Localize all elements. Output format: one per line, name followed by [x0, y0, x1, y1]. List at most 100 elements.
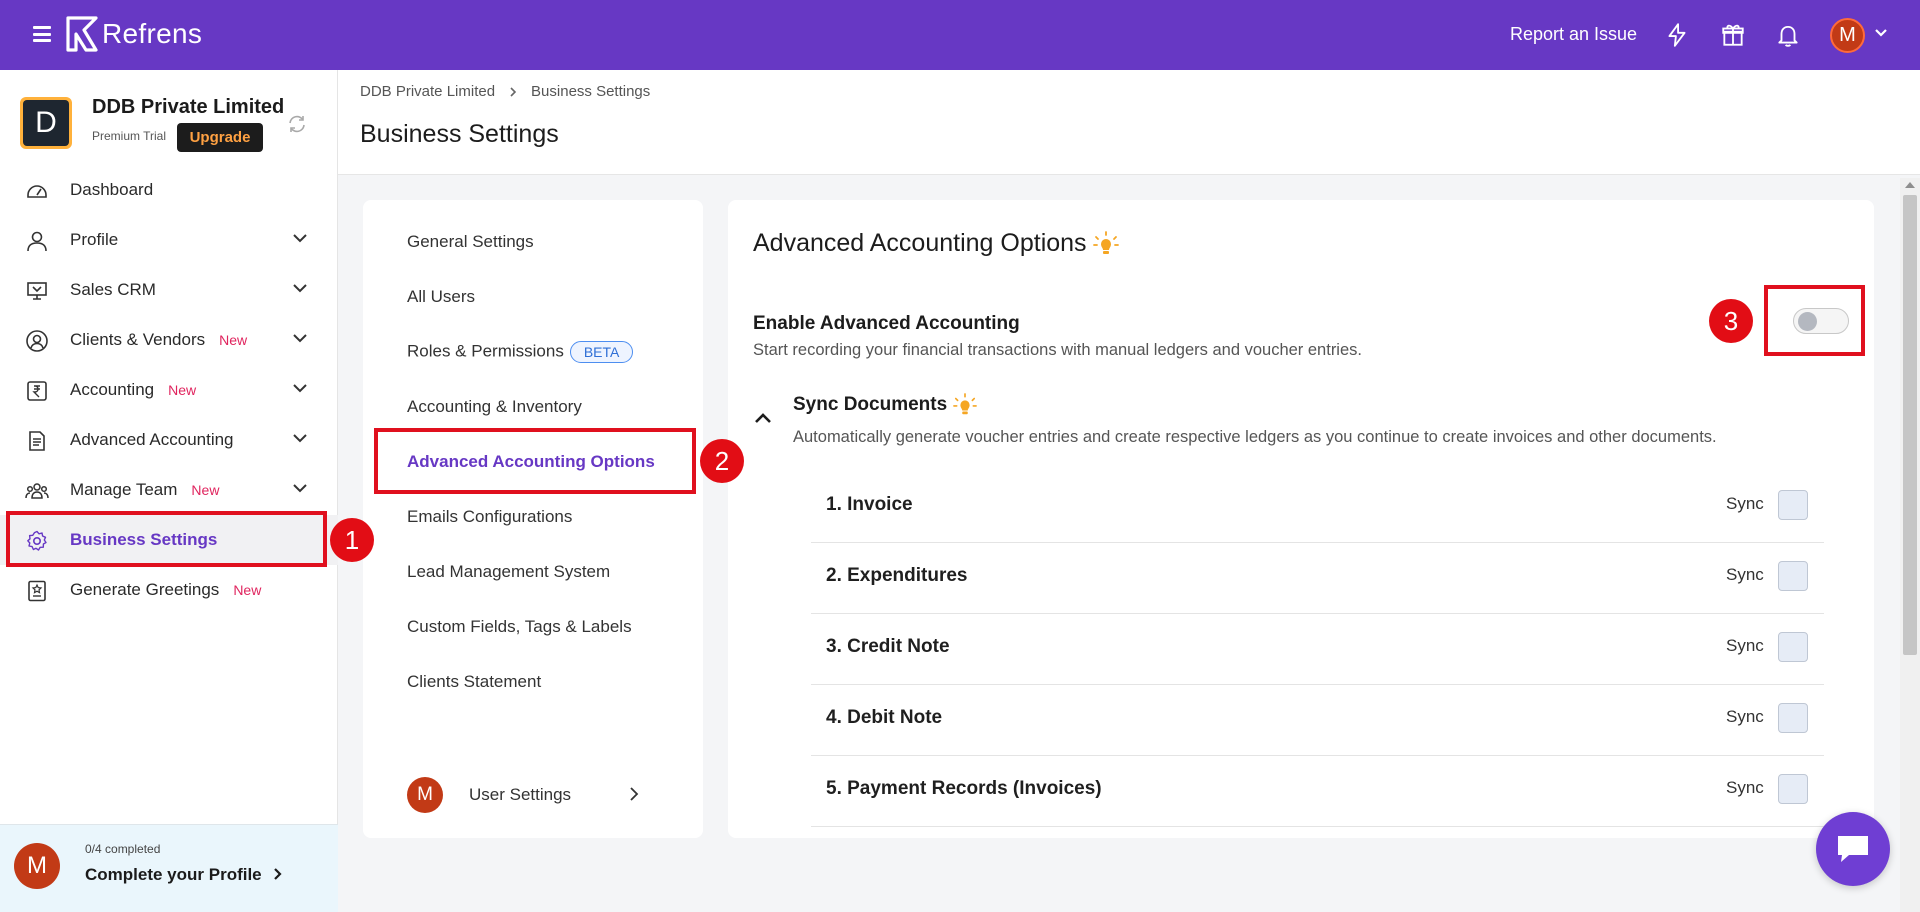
complete-profile-banner[interactable]: M 0/4 completed Complete your Profile — [0, 824, 338, 912]
sidebar-item-label: Accounting — [70, 380, 155, 399]
rupee-icon — [27, 381, 47, 401]
switch-org-icon[interactable] — [287, 114, 307, 134]
dashboard-icon — [27, 185, 47, 198]
sync-label: Sync — [1726, 636, 1764, 655]
sidebar-item-accounting[interactable]: Accounting New — [0, 365, 338, 415]
lightbulb-icon — [1092, 230, 1119, 254]
chevron-down-icon[interactable] — [292, 283, 308, 293]
menu-item-roles-permissions[interactable]: Roles & Permissions BETA — [407, 341, 634, 363]
sync-invoice-checkbox[interactable] — [1778, 490, 1808, 520]
user-avatar[interactable]: M — [1830, 18, 1865, 53]
sidebar-item-manage-team[interactable]: Manage Team New — [0, 465, 338, 515]
document-label: 5. Payment Records (Invoices) — [826, 778, 1102, 799]
menu-item-accounting-inventory[interactable]: Accounting & Inventory — [407, 397, 582, 417]
breadcrumb-item: Business Settings — [531, 83, 651, 100]
sync-label: Sync — [1726, 778, 1764, 797]
chevron-up-icon[interactable] — [754, 412, 772, 424]
page-title: Business Settings — [360, 120, 559, 148]
sidebar-item-label: Sales CRM — [70, 280, 156, 299]
avatar: M — [14, 843, 60, 889]
document-label: 4. Debit Note — [826, 707, 943, 728]
chat-button[interactable] — [1816, 812, 1890, 886]
enable-advanced-accounting-label: Enable Advanced Accounting — [753, 313, 1020, 334]
settings-menu: General Settings All Users Roles & Permi… — [363, 200, 703, 838]
new-badge: New — [168, 382, 197, 398]
menu-item-emails-configurations[interactable]: Emails Configurations — [407, 507, 572, 527]
highlight-box — [1764, 285, 1865, 356]
menu-item-general-settings[interactable]: General Settings — [407, 232, 534, 252]
upgrade-button[interactable]: Upgrade — [177, 123, 263, 152]
user-settings-link[interactable]: M User Settings — [407, 777, 667, 813]
monitor-icon — [27, 282, 47, 300]
chat-icon — [1838, 836, 1868, 862]
step-marker: 1 — [330, 518, 374, 562]
sync-documents-description: Automatically generate voucher entries a… — [793, 428, 1717, 446]
org-logo[interactable]: D — [20, 97, 72, 149]
lightning-icon[interactable] — [1664, 22, 1690, 48]
document-label: 3. Credit Note — [826, 636, 950, 657]
chevron-right-icon — [510, 86, 517, 97]
menu-icon[interactable] — [33, 26, 51, 42]
logo[interactable]: Refrens — [66, 16, 202, 52]
sync-label: Sync — [1726, 707, 1764, 726]
menu-item-clients-statement[interactable]: Clients Statement — [407, 672, 541, 692]
sync-label: Sync — [1726, 565, 1764, 584]
sync-debit-note-checkbox[interactable] — [1778, 703, 1808, 733]
chevron-down-icon[interactable] — [1874, 28, 1888, 38]
section-title: Advanced Accounting Options — [753, 229, 1119, 258]
breadcrumb-item[interactable]: DDB Private Limited — [360, 83, 495, 100]
sidebar-item-generate-greetings[interactable]: Generate Greetings New — [0, 565, 338, 615]
sidebar: D DDB Private Limited Premium Trial Upgr… — [0, 70, 338, 912]
sidebar-item-dashboard[interactable]: Dashboard — [0, 165, 338, 215]
chevron-down-icon[interactable] — [292, 483, 308, 493]
gift-icon[interactable] — [1720, 22, 1746, 48]
sidebar-item-clients-vendors[interactable]: Clients & Vendors New — [0, 315, 338, 365]
step-marker: 2 — [700, 439, 744, 483]
chevron-right-icon — [274, 868, 282, 880]
sidebar-item-label: Generate Greetings — [70, 580, 220, 599]
menu-item-all-users[interactable]: All Users — [407, 287, 475, 307]
report-issue-link[interactable]: Report an Issue — [1510, 24, 1637, 45]
document-label: 1. Invoice — [826, 494, 913, 515]
sidebar-item-label: Manage Team — [70, 480, 178, 499]
chevron-down-icon[interactable] — [292, 233, 308, 243]
refrens-logo-icon — [66, 16, 98, 52]
user-circle-icon — [26, 330, 48, 352]
page-header: DDB Private Limited Business Settings Bu… — [338, 70, 1920, 175]
team-icon — [25, 483, 49, 499]
highlight-box — [6, 511, 327, 567]
brand-name: Refrens — [102, 18, 203, 49]
scrollbar-thumb[interactable] — [1903, 195, 1917, 655]
top-bar: Refrens Report an Issue M — [0, 0, 1920, 70]
breadcrumb: DDB Private Limited Business Settings — [360, 83, 650, 100]
scroll-up-arrow-icon[interactable] — [1905, 182, 1915, 188]
sidebar-item-label: Clients & Vendors — [70, 330, 206, 349]
sync-credit-note-checkbox[interactable] — [1778, 632, 1808, 662]
menu-item-lead-management[interactable]: Lead Management System — [407, 562, 610, 582]
user-settings-label: User Settings — [469, 785, 572, 804]
complete-profile-link[interactable]: Complete your Profile — [85, 865, 284, 885]
org-name[interactable]: DDB Private Limited — [92, 96, 284, 119]
profile-progress: 0/4 completed — [85, 842, 161, 856]
document-label: 2. Expenditures — [826, 565, 968, 586]
chevron-down-icon[interactable] — [292, 383, 308, 393]
sync-documents-title: Sync Documents — [793, 393, 978, 417]
list-item: 3. Credit Note Sync — [811, 614, 1824, 685]
chevron-down-icon[interactable] — [292, 433, 308, 443]
sidebar-item-advanced-accounting[interactable]: Advanced Accounting — [0, 415, 338, 465]
sync-payment-records-checkbox[interactable] — [1778, 774, 1808, 804]
advanced-accounting-panel: Advanced Accounting Options Enable Advan… — [728, 200, 1874, 838]
avatar: M — [407, 777, 443, 813]
user-icon — [27, 231, 47, 252]
bell-icon[interactable] — [1775, 22, 1801, 48]
lightbulb-icon — [953, 393, 978, 415]
menu-item-custom-fields[interactable]: Custom Fields, Tags & Labels — [407, 617, 632, 637]
scrollbar[interactable] — [1900, 178, 1920, 912]
sidebar-item-sales-crm[interactable]: Sales CRM — [0, 265, 338, 315]
greeting-card-icon — [28, 580, 46, 602]
chevron-down-icon[interactable] — [292, 333, 308, 343]
sidebar-item-profile[interactable]: Profile — [0, 215, 338, 265]
new-badge: New — [191, 482, 220, 498]
sidebar-item-label: Dashboard — [70, 180, 154, 199]
sync-expenditures-checkbox[interactable] — [1778, 561, 1808, 591]
